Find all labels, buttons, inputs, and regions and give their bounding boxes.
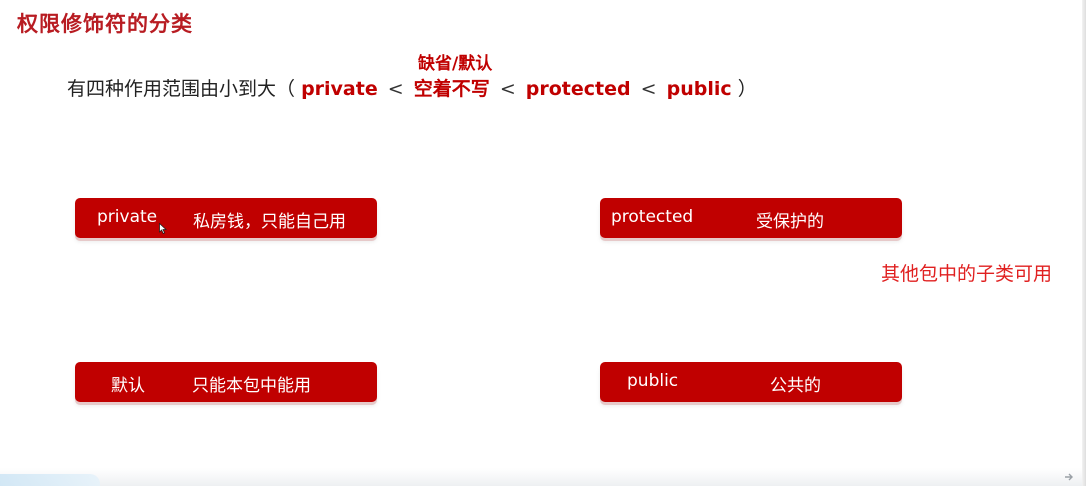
description-prefix: 有四种作用范围由小到大（ — [67, 78, 296, 100]
keyword-default: 空着不写 — [413, 78, 490, 100]
keyword-public: public — [666, 78, 732, 100]
description-suffix: ） — [737, 78, 757, 100]
slide: 权限修饰符的分类 缺省/默认 有四种作用范围由小到大（ private < 空着… — [0, 0, 1086, 486]
window-edge — [1082, 0, 1086, 486]
default-annotation: 缺省/默认 — [418, 54, 493, 74]
card-public: public 公共的 — [600, 362, 902, 402]
card-meaning: 私房钱，只能自己用 — [193, 212, 346, 232]
less-than-sign: < — [387, 78, 404, 100]
card-meaning: 公共的 — [770, 376, 821, 396]
cloud-decoration — [0, 474, 100, 486]
less-than-sign: < — [499, 78, 516, 100]
slide-title: 权限修饰符的分类 — [17, 12, 193, 36]
card-protected: protected 受保护的 — [600, 198, 902, 238]
protected-side-note: 其他包中的子类可用 — [881, 263, 1053, 285]
scope-description: 有四种作用范围由小到大（ private < 空着不写 < protected … — [67, 74, 757, 101]
card-keyword: protected — [611, 207, 694, 227]
card-meaning: 受保护的 — [756, 212, 824, 232]
card-default: 默认 只能本包中能用 — [75, 362, 377, 402]
less-than-sign: < — [640, 78, 657, 100]
card-meaning: 只能本包中能用 — [192, 376, 311, 396]
card-keyword: private — [97, 207, 158, 227]
bottom-bar — [0, 468, 1086, 486]
keyword-protected: protected — [525, 78, 631, 100]
arrow-right-icon[interactable] — [1064, 472, 1074, 482]
mouse-cursor-icon — [159, 223, 167, 234]
card-keyword: 默认 — [111, 376, 145, 396]
keyword-private: private — [301, 78, 378, 100]
card-private: private 私房钱，只能自己用 — [75, 198, 377, 238]
card-keyword: public — [627, 371, 679, 391]
